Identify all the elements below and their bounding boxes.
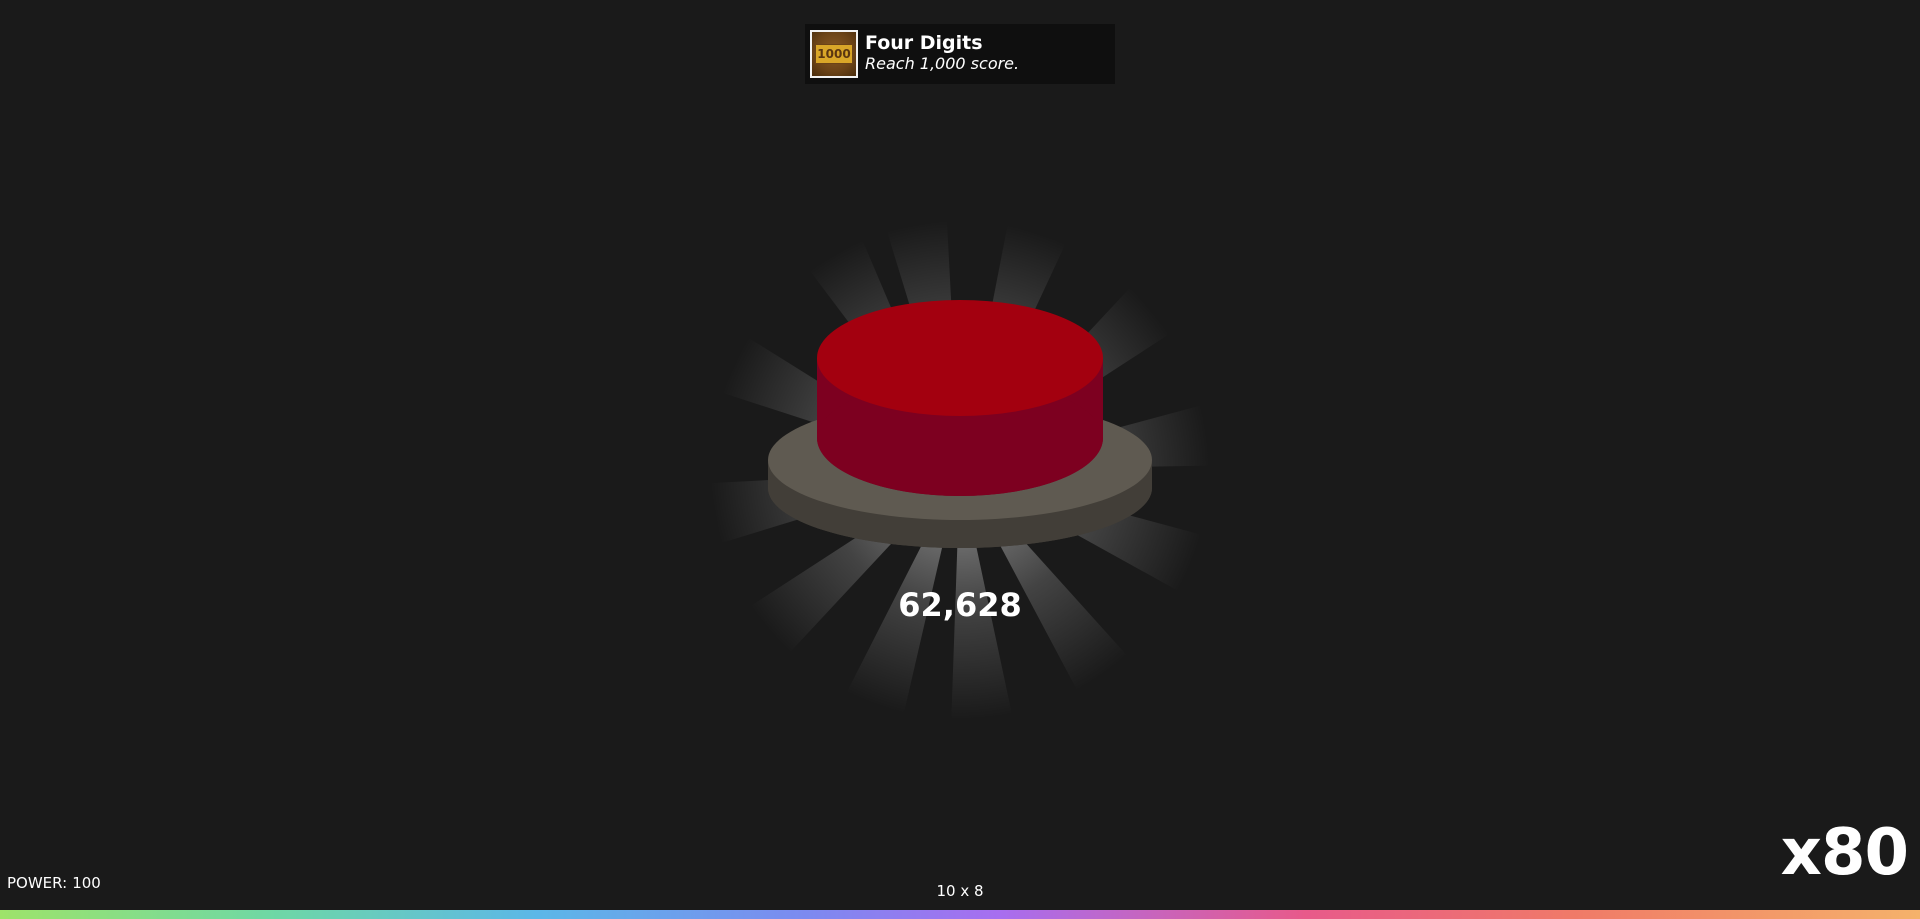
power-value: 100 (72, 874, 101, 892)
achievement-description: Reach 1,000 score. (865, 54, 1020, 73)
rainbow-progress-bar (0, 910, 1920, 919)
button-cap-top (817, 300, 1103, 416)
achievement-toast: 1000 Four Digits Reach 1,000 score. (805, 24, 1115, 84)
multiplier-display: x80 (1780, 816, 1909, 890)
achievement-title: Four Digits (865, 32, 983, 54)
game-stage: 1000 Four Digits Reach 1,000 score. 62,6… (0, 0, 1920, 919)
big-red-button[interactable] (760, 290, 1160, 550)
score-display: 62,628 (898, 586, 1022, 624)
power-label: POWER: (7, 874, 68, 892)
grid-size-label: 10 x 8 (936, 882, 984, 900)
power-readout: POWER: 100 (7, 874, 101, 892)
achievement-text: Four Digits Reach 1,000 score. (865, 32, 1019, 74)
badge-number: 1000 (815, 44, 853, 64)
trophy-1000-badge-icon: 1000 (810, 30, 858, 78)
